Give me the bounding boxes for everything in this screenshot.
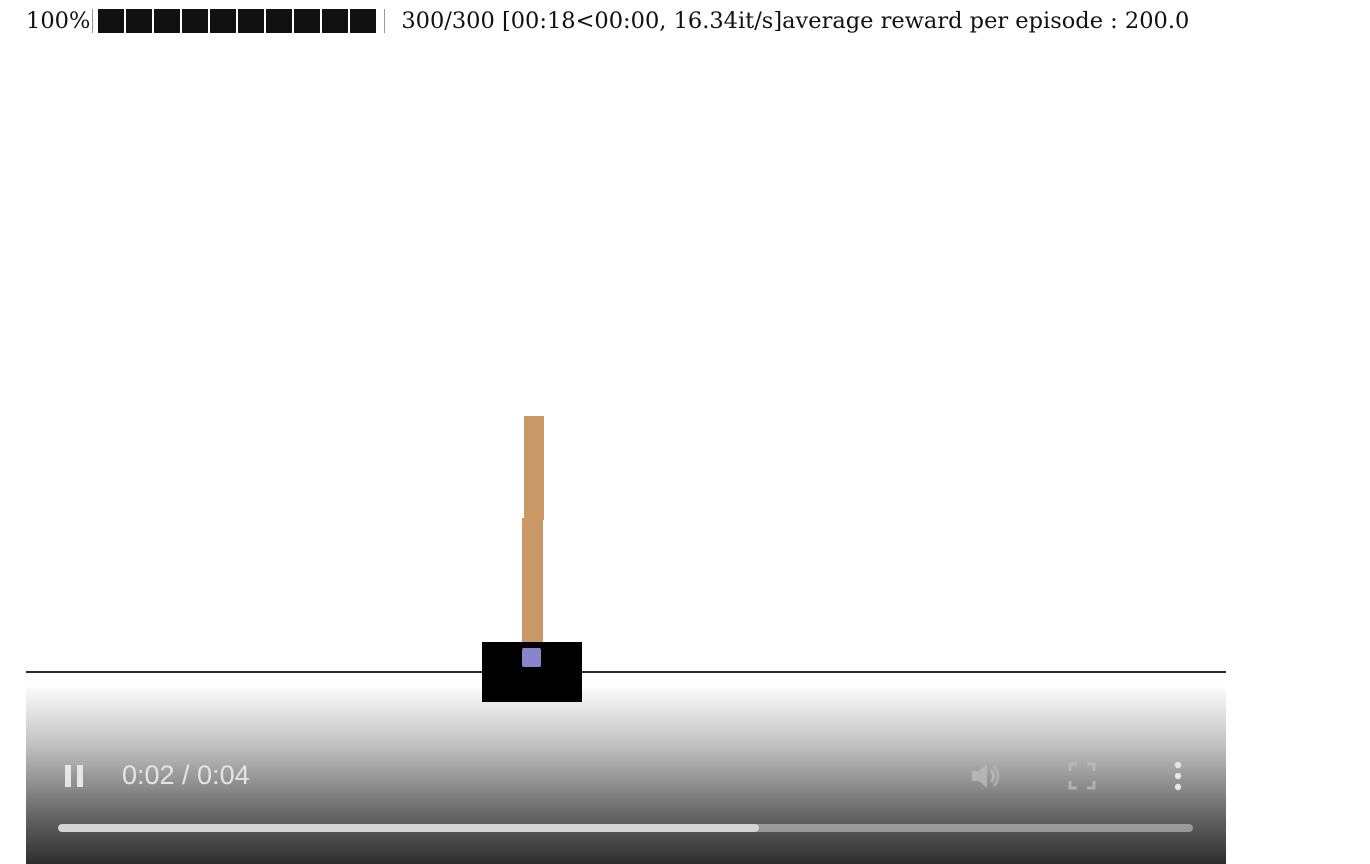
progress-block bbox=[210, 9, 237, 33]
pause-bar-left bbox=[65, 765, 71, 787]
progress-block bbox=[266, 9, 293, 33]
volume-icon[interactable] bbox=[968, 760, 1004, 792]
progress-block bbox=[154, 9, 181, 33]
tqdm-progress-bar bbox=[92, 9, 386, 33]
video-progress-played bbox=[58, 824, 760, 832]
cartpole-pole-ghost bbox=[524, 416, 544, 520]
progress-percent: 100% bbox=[26, 8, 91, 34]
progress-stats-text: 300/300 [00:18<00:00, 16.34it/s]average … bbox=[401, 8, 1190, 34]
pause-icon[interactable] bbox=[60, 762, 88, 790]
progress-block bbox=[322, 9, 349, 33]
progress-block bbox=[182, 9, 209, 33]
cartpole-track bbox=[26, 671, 1226, 673]
cartpole-pole bbox=[522, 518, 543, 662]
video-progress-bar[interactable] bbox=[58, 824, 1193, 832]
cartpole-axle bbox=[522, 648, 541, 667]
progress-bar-left-edge bbox=[92, 9, 94, 33]
pause-bar-right bbox=[77, 765, 83, 787]
progress-block bbox=[294, 9, 321, 33]
progress-block bbox=[98, 9, 125, 33]
progress-block bbox=[350, 9, 377, 33]
more-options-icon[interactable] bbox=[1166, 760, 1190, 792]
progress-block bbox=[126, 9, 153, 33]
progress-bar-blocks bbox=[98, 9, 377, 33]
progress-block bbox=[238, 9, 265, 33]
video-time-display: 0:02 / 0:04 bbox=[122, 760, 250, 790]
fullscreen-icon[interactable] bbox=[1068, 762, 1096, 790]
video-player[interactable]: 0:02 / 0:04 bbox=[26, 48, 1226, 864]
progress-bar-right-edge bbox=[384, 9, 386, 33]
cell-output-progress: 100% 300/300 [00:18<00:00, 16.34it/s]ave… bbox=[26, 6, 1356, 36]
